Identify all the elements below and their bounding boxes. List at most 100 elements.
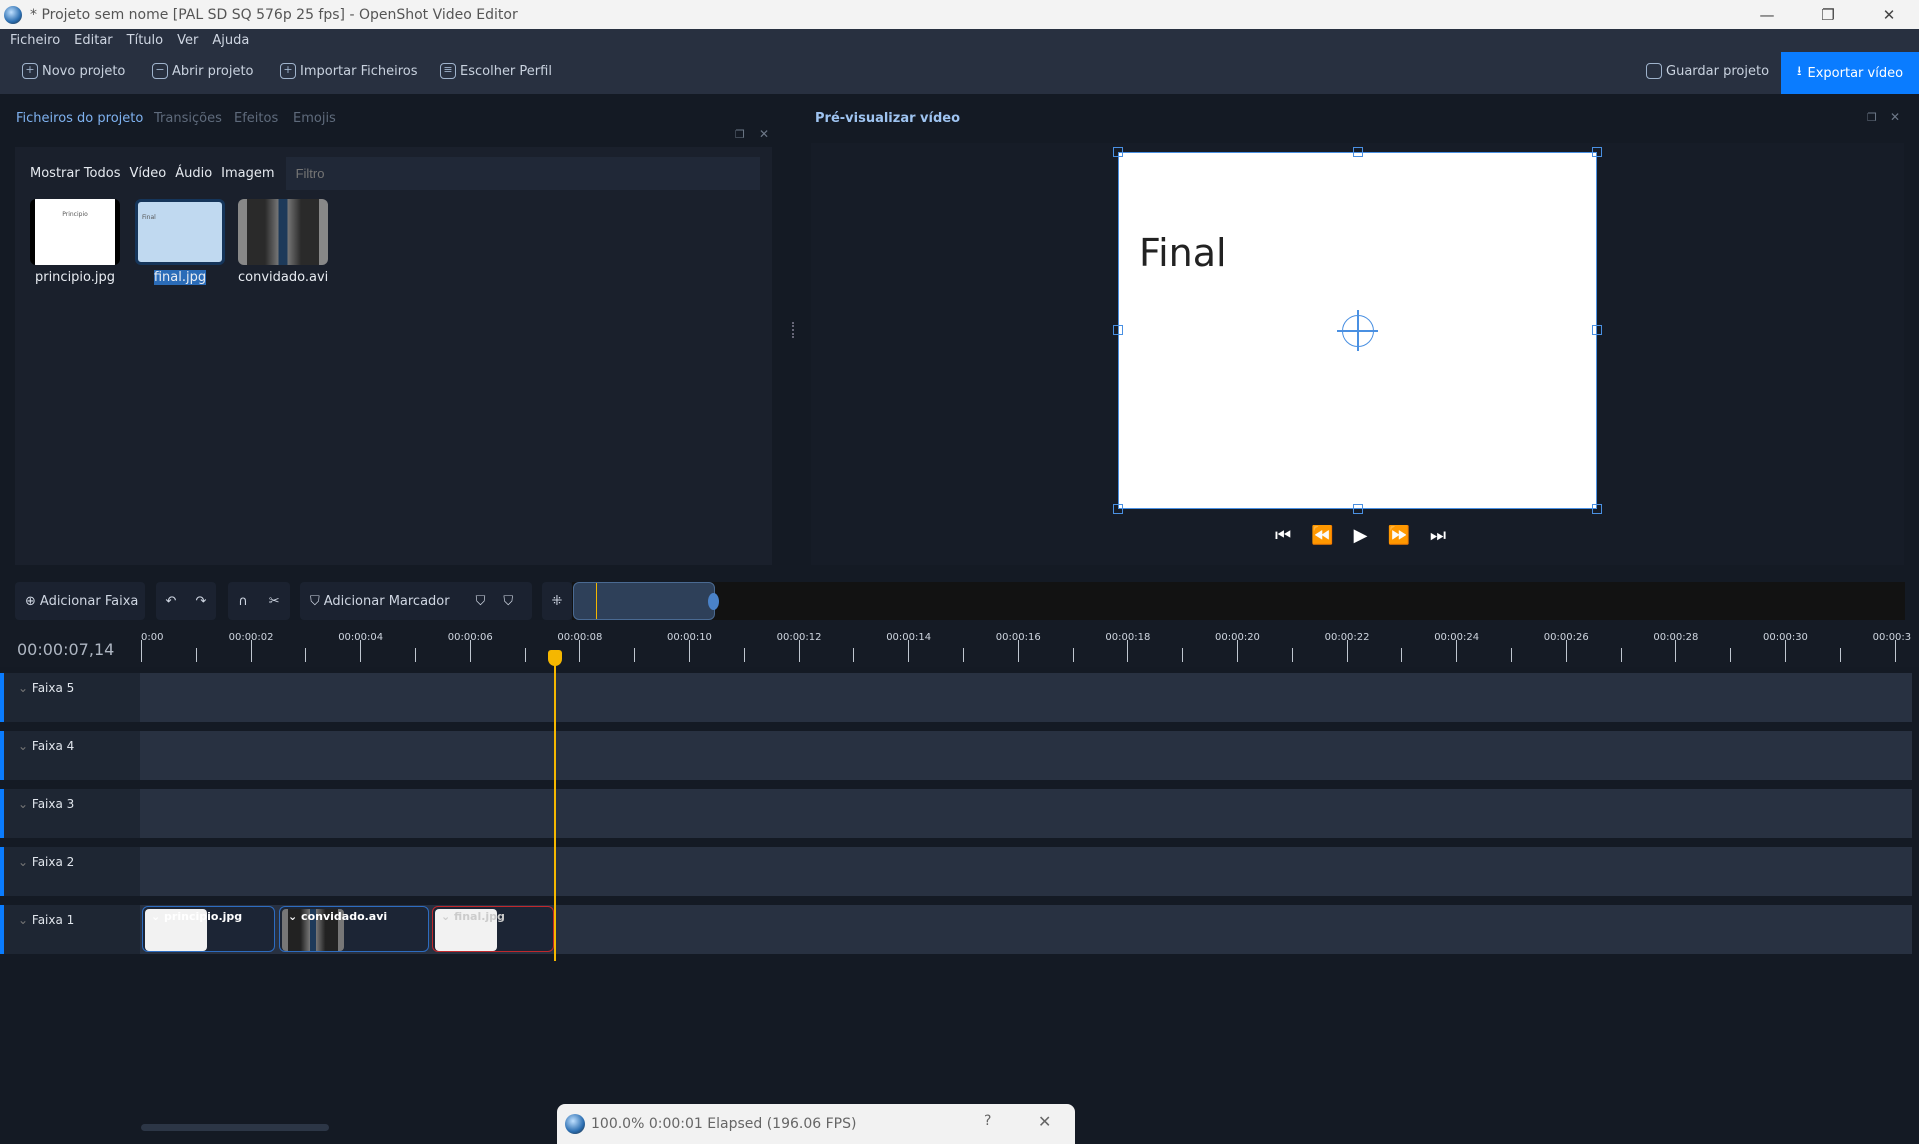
save-project-button[interactable]: Guardar projeto	[1646, 63, 1769, 79]
fast-forward-icon[interactable]: ⏩	[1387, 525, 1409, 546]
clip-convidado[interactable]: ⌄ convidado.avi	[279, 906, 429, 952]
filter-input[interactable]	[285, 157, 760, 190]
track-collapse-icon[interactable]: ⌄	[18, 913, 28, 927]
add-marker-button[interactable]: ⛉ Adicionar Marcador ⛉ ⛉	[300, 582, 532, 620]
menu-ver[interactable]: Ver	[177, 33, 198, 48]
jump-end-icon[interactable]: ⏭	[1430, 525, 1446, 546]
track-collapse-icon[interactable]: ⌄	[18, 797, 28, 811]
filter-audio[interactable]: Áudio	[175, 166, 212, 181]
ruler-tick	[1456, 640, 1458, 662]
track-row[interactable]: ⌄ Faixa 3	[0, 789, 1912, 838]
clip-final-selected[interactable]: ⌄ final.jpg	[432, 906, 554, 952]
resize-handle[interactable]	[1113, 147, 1123, 157]
ruler-tick	[1730, 648, 1732, 662]
track-lane[interactable]	[140, 673, 1912, 722]
playhead[interactable]	[548, 650, 563, 961]
open-project-button[interactable]: − Abrir projeto	[152, 63, 254, 79]
ruler-label: 00:00:10	[667, 632, 712, 643]
minimize-button[interactable]: —	[1739, 0, 1795, 29]
track-label[interactable]: ⌄ Faixa 3	[0, 789, 140, 838]
center-timeline-icon[interactable]: ⁜	[542, 582, 572, 620]
file-item[interactable]: Principio principio.jpg	[30, 199, 120, 285]
track-label[interactable]: ⌄ Faixa 4	[0, 731, 140, 780]
track-collapse-icon[interactable]: ⌄	[18, 739, 28, 753]
snap-magnet-icon[interactable]: ∩	[238, 594, 248, 609]
choose-profile-button[interactable]: ≡ Escolher Perfil	[440, 63, 552, 79]
resize-handle[interactable]	[1592, 504, 1602, 514]
playhead-handle[interactable]	[548, 650, 563, 666]
resize-handle[interactable]	[1113, 325, 1123, 335]
ruler-tick	[1675, 640, 1677, 662]
file-item[interactable]: convidado.avi	[238, 199, 328, 285]
menu-bar: Ficheiro Editar Título Ver Ajuda	[0, 29, 1919, 52]
ruler-label: 00:00:24	[1434, 632, 1480, 643]
new-project-button[interactable]: + Novo projeto	[22, 63, 125, 79]
track-label[interactable]: ⌄ Faixa 1	[0, 905, 140, 954]
file-item-selected[interactable]: Final final.jpg	[135, 199, 225, 285]
import-files-button[interactable]: + Importar Ficheiros	[280, 63, 418, 79]
zoom-handle[interactable]	[708, 593, 719, 610]
play-icon[interactable]: ▶	[1354, 525, 1368, 546]
menu-titulo[interactable]: Título	[127, 33, 163, 48]
choose-profile-label: Escolher Perfil	[460, 63, 552, 79]
menu-editar[interactable]: Editar	[74, 33, 113, 48]
splitter-handle[interactable]	[792, 322, 794, 338]
previous-marker-icon[interactable]: ⛉	[476, 594, 486, 609]
tab-project-files[interactable]: Ficheiros do projeto	[16, 111, 143, 126]
track-label[interactable]: ⌄ Faixa 5	[0, 673, 140, 722]
filter-show-all[interactable]: Mostrar Todos	[30, 166, 121, 181]
resize-handle[interactable]	[1592, 147, 1602, 157]
resize-handle[interactable]	[1353, 504, 1363, 514]
menu-ajuda[interactable]: Ajuda	[212, 33, 249, 48]
float-panel-icon[interactable]: ❐	[735, 128, 745, 141]
filter-video[interactable]: Vídeo	[130, 166, 167, 181]
center-crosshair-icon[interactable]	[1337, 310, 1378, 351]
rewind-icon[interactable]: ⏪	[1311, 525, 1333, 546]
new-project-label: Novo projeto	[42, 63, 126, 79]
track-lane[interactable]	[140, 789, 1912, 838]
zoom-range-slider[interactable]	[573, 582, 719, 620]
track-collapse-icon[interactable]: ⌄	[18, 681, 28, 695]
redo-icon[interactable]: ↷	[196, 594, 207, 609]
ruler-tick	[305, 648, 307, 662]
razor-icon[interactable]: ✂	[269, 594, 280, 609]
restore-button[interactable]: ❐	[1800, 0, 1856, 29]
resize-handle[interactable]	[1353, 147, 1363, 157]
jump-start-icon[interactable]: ⏮	[1275, 525, 1291, 546]
close-preview-icon[interactable]: ✕	[1890, 110, 1900, 124]
close-dialog-button[interactable]: ✕	[1038, 1112, 1051, 1131]
ruler-tick	[195, 648, 197, 662]
track-row[interactable]: ⌄ Faixa 5	[0, 673, 1912, 722]
resize-handle[interactable]	[1113, 504, 1123, 514]
undo-icon[interactable]: ↶	[166, 594, 177, 609]
track-row[interactable]: ⌄ Faixa 4	[0, 731, 1912, 780]
track-collapse-icon[interactable]: ⌄	[18, 855, 28, 869]
add-track-button[interactable]: ⊕ Adicionar Faixa	[15, 582, 145, 620]
menu-ficheiro[interactable]: Ficheiro	[10, 33, 60, 48]
thumbnail-caption: Principio	[35, 199, 115, 265]
file-name: principio.jpg	[34, 270, 116, 285]
resize-handle[interactable]	[1592, 325, 1602, 335]
next-marker-icon[interactable]: ⛉	[503, 594, 513, 609]
preview-frame[interactable]: Final	[1113, 147, 1602, 514]
filter-image[interactable]: Imagem	[221, 166, 274, 181]
export-video-button[interactable]: ⭳ Exportar vídeo	[1781, 52, 1919, 94]
clip-principio[interactable]: ⌄ principio.jpg	[142, 906, 275, 952]
close-panel-icon[interactable]: ✕	[759, 127, 769, 141]
float-preview-icon[interactable]: ❐	[1867, 111, 1877, 124]
track-label[interactable]: ⌄ Faixa 2	[0, 847, 140, 896]
ruler-tick	[798, 640, 800, 662]
track-lane[interactable]	[140, 847, 1912, 896]
ruler-label: 00:00:20	[1215, 632, 1260, 643]
close-button[interactable]: ✕	[1861, 0, 1917, 29]
track-lane[interactable]	[140, 731, 1912, 780]
help-button[interactable]: ?	[984, 1113, 991, 1129]
window-title: * Projeto sem nome [PAL SD SQ 576p 25 fp…	[30, 6, 518, 23]
tab-emojis[interactable]: Emojis	[293, 111, 336, 126]
tab-transitions[interactable]: Transições	[154, 111, 222, 126]
horizontal-scrollbar[interactable]	[141, 1124, 329, 1131]
track-row[interactable]: ⌄ Faixa 2	[0, 847, 1912, 896]
timeline-ruler[interactable]: 00:00:07,14 0:00 00:00:02 00:00:04 00:00:06…	[0, 620, 1919, 667]
tab-effects[interactable]: Efeitos	[234, 111, 278, 126]
profile-icon: ≡	[440, 63, 456, 79]
